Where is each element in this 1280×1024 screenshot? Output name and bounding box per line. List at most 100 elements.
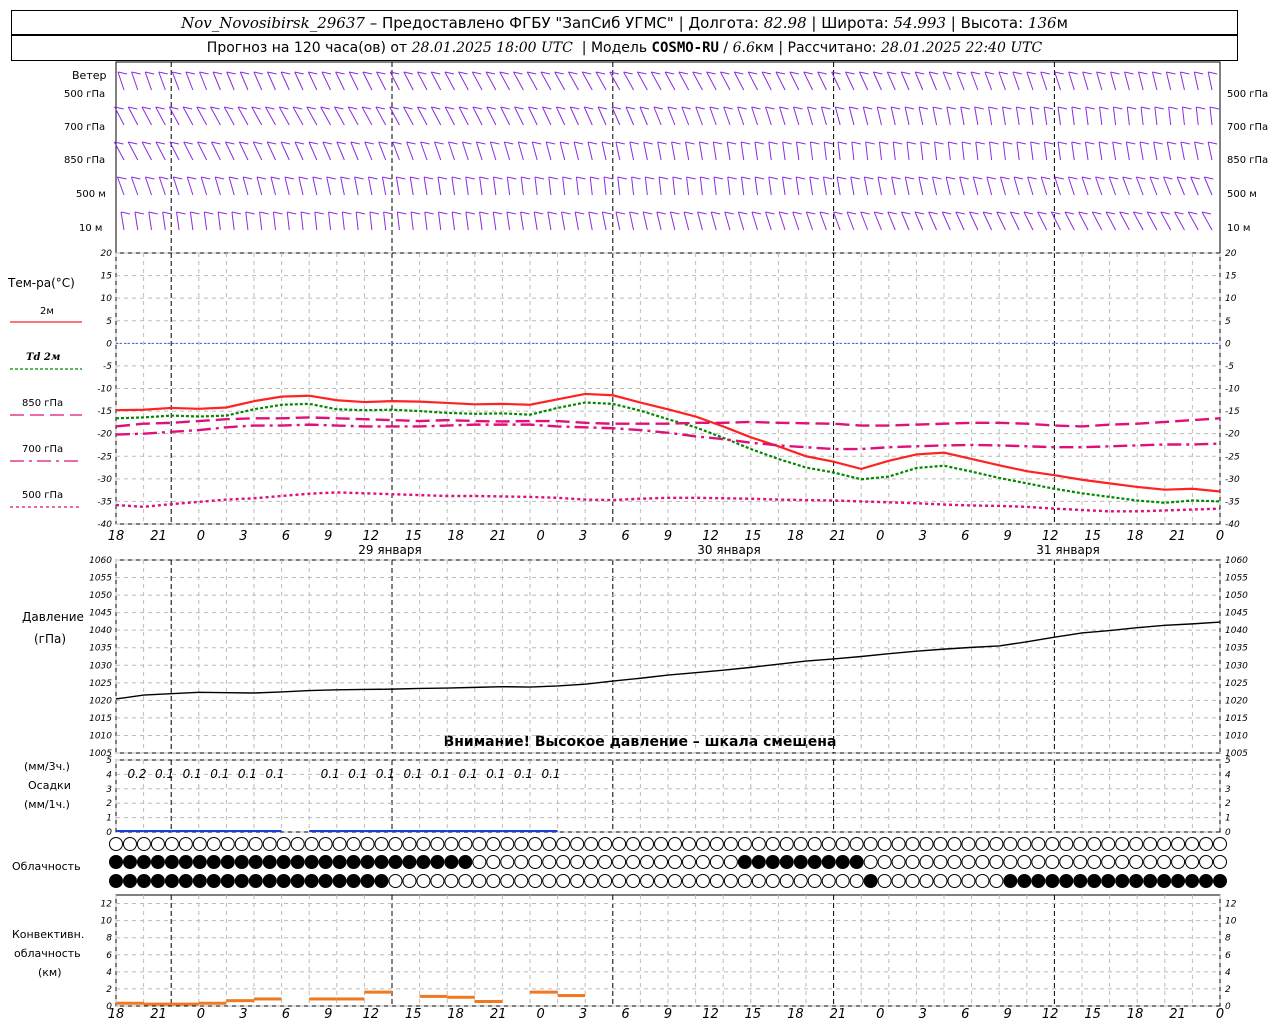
- cloud-symbol: [919, 837, 934, 851]
- conv-hour-label: 15: [745, 1007, 762, 1022]
- cloud-symbol: [849, 874, 864, 888]
- cloud-symbol: [1045, 855, 1060, 869]
- pressure-ytick-right: 1025: [1225, 679, 1248, 689]
- precip-bar: [419, 830, 448, 832]
- cloud-symbol: [192, 837, 207, 851]
- pressure-ytick-left: 1015: [89, 714, 112, 724]
- pressure-ytick-left: 1035: [89, 644, 112, 654]
- temp-ytick-right: -35: [1225, 497, 1240, 507]
- conv-hour-label: 9: [664, 1007, 672, 1022]
- cloud-symbol: [458, 855, 473, 869]
- cloud-symbol: [1143, 874, 1158, 888]
- conv-bar: [226, 999, 254, 1003]
- cloud-symbol: [528, 837, 543, 851]
- precip-amount-label: 0.1: [321, 767, 340, 781]
- cloud-symbol: [248, 837, 263, 851]
- temp-hour-label: 18: [447, 529, 464, 544]
- cloud-symbol: [374, 874, 389, 888]
- temp-ytick-left: -30: [97, 475, 112, 485]
- cloud-symbol: [304, 837, 319, 851]
- cloud-symbol: [751, 837, 766, 851]
- cloud-symbol: [1073, 837, 1088, 851]
- cloud-symbol: [989, 837, 1004, 851]
- cloud-symbol: [304, 855, 319, 869]
- cloud-symbol: [220, 837, 235, 851]
- cloud-symbol: [905, 874, 920, 888]
- pressure-ytick-right: 1020: [1225, 696, 1248, 706]
- cloud-symbol: [346, 837, 361, 851]
- cloud-symbol: [737, 855, 752, 869]
- pressure-ytick-right: 1010: [1225, 731, 1248, 741]
- cloud-symbol: [318, 874, 333, 888]
- cloud-symbol: [1073, 874, 1088, 888]
- cloud-symbol: [905, 855, 920, 869]
- cloud-symbol: [877, 837, 892, 851]
- temp-ytick-right: -40: [1225, 520, 1240, 530]
- cloud-symbol: [430, 837, 445, 851]
- cloud-symbol: [695, 855, 710, 869]
- cloud-symbol: [793, 874, 808, 888]
- cloud-symbol: [863, 855, 878, 869]
- cloud-symbol: [640, 837, 655, 851]
- conv-hour-label: 21: [150, 1007, 167, 1022]
- cloud-symbol: [1157, 837, 1172, 851]
- cloud-symbol: [109, 837, 123, 851]
- cloud-symbol: [486, 874, 501, 888]
- precip-amount-label: 0.1: [238, 767, 257, 781]
- cloud-symbol: [737, 874, 752, 888]
- precip-bar: [364, 830, 392, 832]
- conv-hour-label: 12: [362, 1007, 379, 1022]
- pressure-ytick-left: 1040: [89, 626, 112, 636]
- temp-hour-label: 21: [830, 529, 847, 544]
- temp-hour-label: 6: [961, 529, 969, 544]
- cloud-symbol: [1003, 837, 1018, 851]
- precip-ytick-right: 0: [1225, 828, 1231, 838]
- conv-hour-label: 21: [490, 1007, 507, 1022]
- cloud-symbol: [332, 874, 347, 888]
- cloud-symbol: [1143, 855, 1158, 869]
- cloud-symbol: [919, 874, 934, 888]
- cloud-symbol: [514, 874, 529, 888]
- cloud-symbol: [1115, 855, 1130, 869]
- cloud-symbol: [1045, 874, 1060, 888]
- cloud-symbol: [1003, 874, 1018, 888]
- temp-ytick-right: -30: [1225, 475, 1240, 485]
- temp-hour-label: 9: [324, 529, 332, 544]
- conv-hour-label: 12: [702, 1007, 719, 1022]
- cloud-symbol: [472, 874, 487, 888]
- temp-hour-label: 18: [1127, 529, 1144, 544]
- cloud-symbol: [681, 837, 696, 851]
- conv-hour-label: 18: [787, 1007, 804, 1022]
- cloud-symbol: [304, 874, 319, 888]
- temp-hour-label: 21: [150, 529, 167, 544]
- cloud-symbol: [667, 874, 682, 888]
- cloud-symbol: [122, 855, 137, 869]
- cloud-symbol: [1199, 837, 1214, 851]
- conv-hour-label: 12: [1042, 1007, 1059, 1022]
- pressure-ytick-right: 1045: [1225, 609, 1248, 619]
- cloud-symbol: [542, 874, 557, 888]
- cloud-symbol: [122, 837, 137, 851]
- cloud-symbol: [835, 855, 850, 869]
- cloud-symbol: [1059, 837, 1074, 851]
- cloud-symbol: [402, 874, 417, 888]
- meteogram: 20 2015 1510 105 50 0-5 -5-10 -10-15 -15-20 -20-2…: [10, 61, 1248, 1022]
- cloud-symbol: [947, 837, 962, 851]
- cloud-symbol: [332, 837, 347, 851]
- cloud-symbol: [164, 874, 179, 888]
- cloud-symbol: [360, 874, 375, 888]
- pressure-ytick-left: 1050: [89, 591, 112, 601]
- cloud-symbol: [765, 874, 780, 888]
- cloud-symbol: [1073, 855, 1088, 869]
- cloud-symbol: [136, 855, 151, 869]
- cloud-symbol: [150, 837, 165, 851]
- cloud-symbol: [975, 874, 990, 888]
- cloud-symbol: [416, 855, 431, 869]
- cloud-symbol: [807, 837, 822, 851]
- cloud-symbol: [737, 837, 752, 851]
- conv-ytick-right: 0: [1225, 1002, 1231, 1012]
- cloud-symbol: [1101, 874, 1116, 888]
- cloud-symbol: [1171, 855, 1186, 869]
- cloud-symbol: [835, 874, 850, 888]
- cloud-symbol: [1031, 837, 1046, 851]
